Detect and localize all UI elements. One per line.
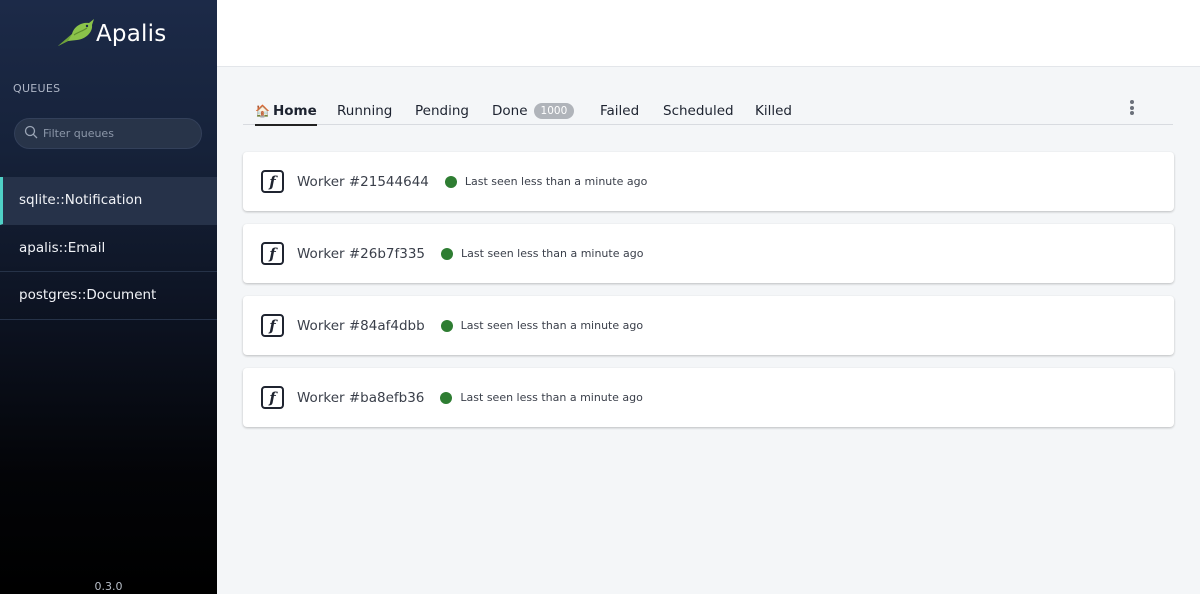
done-count-badge: 1000 bbox=[533, 103, 575, 119]
tab-done[interactable]: Done 1000 bbox=[492, 97, 575, 125]
worker-name: Worker #84af4dbb bbox=[297, 317, 425, 334]
tab-killed[interactable]: Killed bbox=[755, 97, 792, 125]
status-online-dot bbox=[441, 247, 454, 260]
worker-status: Last seen less than a minute ago bbox=[460, 319, 644, 332]
worker-card[interactable]: f Worker #ba8efb36 Last seen less than a… bbox=[243, 368, 1174, 427]
queue-item-apalis-email[interactable]: apalis::Email bbox=[0, 225, 217, 272]
top-bar bbox=[217, 0, 1200, 67]
worker-card[interactable]: f Worker #21544644 Last seen less than a… bbox=[243, 152, 1174, 211]
worker-status: Last seen less than a minute ago bbox=[464, 175, 648, 188]
status-online-dot bbox=[440, 319, 453, 332]
app-name: Apalis bbox=[96, 21, 167, 47]
search-icon bbox=[24, 124, 38, 143]
tab-label: Home bbox=[272, 102, 317, 119]
tab-pending[interactable]: Pending bbox=[415, 97, 469, 125]
tab-label: Pending bbox=[415, 103, 469, 119]
status-online-dot bbox=[444, 175, 457, 188]
apalis-bird-logo-icon bbox=[56, 14, 96, 54]
tab-failed[interactable]: Failed bbox=[600, 97, 639, 125]
function-icon: f bbox=[261, 386, 284, 409]
app-version: 0.3.0 bbox=[94, 580, 123, 593]
queue-item-postgres-document[interactable]: postgres::Document bbox=[0, 272, 217, 320]
filter-queues-field[interactable] bbox=[14, 118, 202, 149]
function-icon: f bbox=[261, 242, 284, 265]
tab-scheduled[interactable]: Scheduled bbox=[663, 97, 734, 125]
queue-item-sqlite-notification[interactable]: sqlite::Notification bbox=[0, 177, 217, 225]
tab-label: Done bbox=[492, 103, 528, 119]
worker-name: Worker #ba8efb36 bbox=[297, 389, 425, 406]
more-options-icon[interactable] bbox=[1128, 100, 1136, 116]
queues-section-title: QUEUES bbox=[13, 82, 61, 95]
worker-name: Worker #26b7f335 bbox=[297, 245, 426, 262]
home-icon: 🏠 bbox=[255, 103, 270, 118]
worker-card[interactable]: f Worker #84af4dbb Last seen less than a… bbox=[243, 296, 1174, 355]
worker-card[interactable]: f Worker #26b7f335 Last seen less than a… bbox=[243, 224, 1174, 283]
function-icon: f bbox=[261, 170, 284, 193]
tab-bar: 🏠 Home Running Pending Done 1000 Failed … bbox=[243, 97, 1173, 126]
worker-status: Last seen less than a minute ago bbox=[461, 247, 644, 260]
sidebar: Apalis QUEUES sqlite::Notification apali… bbox=[0, 0, 217, 594]
worker-name: Worker #21544644 bbox=[297, 173, 429, 190]
tab-home[interactable]: 🏠 Home bbox=[255, 97, 317, 126]
worker-status: Last seen less than a minute ago bbox=[460, 391, 643, 404]
tab-running[interactable]: Running bbox=[337, 97, 392, 125]
brand[interactable]: Apalis bbox=[56, 14, 166, 54]
worker-list: f Worker #21544644 Last seen less than a… bbox=[243, 152, 1174, 440]
filter-queues-input[interactable] bbox=[43, 127, 193, 140]
status-online-dot bbox=[440, 391, 453, 404]
function-icon: f bbox=[261, 314, 284, 337]
queue-list: sqlite::Notification apalis::Email postg… bbox=[0, 177, 217, 320]
main-content: 🏠 Home Running Pending Done 1000 Failed … bbox=[217, 67, 1200, 594]
